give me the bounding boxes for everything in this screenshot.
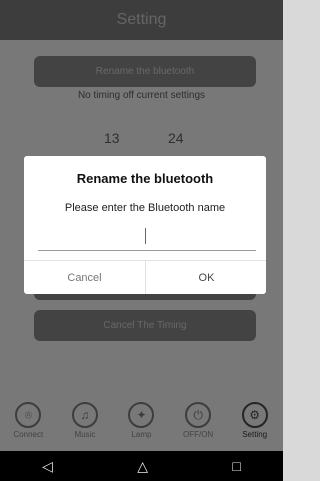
cancel-button[interactable]: Cancel bbox=[24, 261, 145, 294]
text-caret bbox=[145, 228, 146, 244]
system-navigation-bar: ◁ △ □ bbox=[0, 451, 283, 481]
rename-dialog: Rename the bluetooth Please enter the Bl… bbox=[24, 156, 266, 294]
dialog-message: Please enter the Bluetooth name bbox=[64, 202, 226, 214]
ok-button[interactable]: OK bbox=[146, 261, 267, 294]
bluetooth-name-input[interactable] bbox=[38, 226, 256, 251]
home-icon[interactable]: △ bbox=[137, 458, 148, 475]
recents-icon[interactable]: □ bbox=[232, 458, 240, 474]
back-icon[interactable]: ◁ bbox=[42, 458, 53, 475]
dialog-title: Rename the bluetooth bbox=[76, 171, 214, 186]
